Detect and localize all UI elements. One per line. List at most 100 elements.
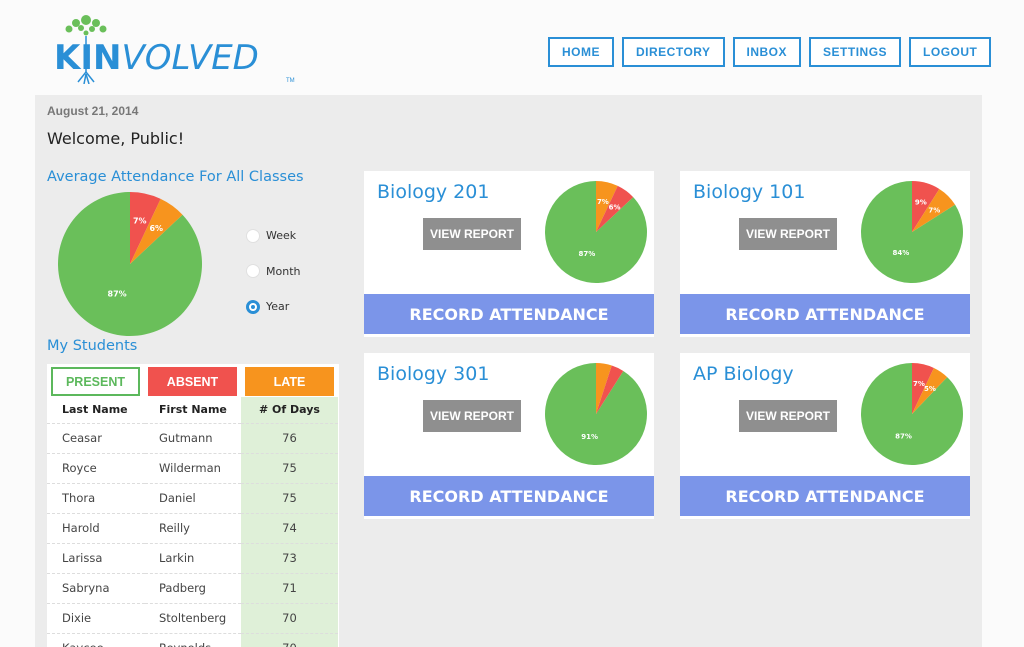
pie-slice-label: 9%: [915, 199, 927, 207]
table-row[interactable]: KayceeReynolds70: [47, 632, 338, 647]
range-option-label: Week: [266, 229, 297, 243]
nav-settings-button[interactable]: SETTINGS: [809, 37, 902, 67]
attendance-filters: PRESENT ABSENT LATE: [47, 364, 339, 396]
record-attendance-button[interactable]: RECORD ATTENDANCE: [680, 294, 970, 334]
cell-last-name: Thora: [47, 482, 145, 513]
cell-first-name: Padberg: [145, 572, 241, 603]
cell-first-name: Wilderman: [145, 452, 241, 483]
cell-days: 73: [241, 542, 338, 573]
table-row[interactable]: Dixie Stoltenberg 70: [47, 602, 338, 633]
range-option-label: Month: [266, 264, 301, 278]
pie-slice-label: 7%: [928, 207, 940, 215]
pie-slice-label: 91%: [581, 433, 598, 441]
class-attendance-pie: 91%: [545, 363, 647, 465]
pie-slice-label: 5%: [924, 385, 936, 393]
trademark-mark: TM: [286, 78, 295, 84]
nav-logout-button[interactable]: LOGOUT: [909, 37, 992, 67]
cell-days: 71: [241, 572, 338, 603]
view-report-button[interactable]: VIEW REPORT: [423, 218, 521, 250]
cell-first-name: Reilly: [145, 512, 241, 543]
cell-last-name: Larissa: [47, 542, 145, 573]
table-header-row: Last Name First Name # Of Days: [47, 397, 338, 423]
cell-days: 76: [241, 422, 338, 453]
class-name[interactable]: Biology 101: [693, 181, 805, 203]
logo-text-volved: VOLVED: [121, 38, 259, 78]
students-panel: PRESENT ABSENT LATE Last Name First Name…: [47, 364, 339, 647]
table-row[interactable]: Larissa Larkin 73: [47, 542, 338, 573]
view-report-button[interactable]: VIEW REPORT: [739, 218, 837, 250]
pie-slice-label: 84%: [893, 249, 910, 257]
class-name[interactable]: Biology 301: [377, 363, 489, 385]
nav-directory-button[interactable]: DIRECTORY: [622, 37, 725, 67]
nav-inbox-button[interactable]: INBOX: [732, 37, 802, 67]
cell-days: 74: [241, 512, 338, 543]
table-row[interactable]: Sabryna Padberg 71: [47, 572, 338, 603]
cell-days: 75: [241, 452, 338, 483]
cell-first-name: Daniel: [145, 482, 241, 513]
filter-present-button[interactable]: PRESENT: [51, 367, 140, 396]
class-card-biology-301: Biology 301 VIEW REPORT 91% RECORD ATTEN…: [364, 353, 654, 519]
cell-days: 70: [241, 632, 338, 647]
class-attendance-pie: 87% 7%6%: [545, 181, 647, 283]
record-attendance-button[interactable]: RECORD ATTENDANCE: [364, 476, 654, 516]
pie-slice-label: 87%: [895, 432, 912, 440]
kinvolved-logo[interactable]: KINVOLVED TM: [54, 14, 295, 84]
pie-slice-label: 6%: [149, 224, 163, 233]
class-attendance-pie: 87%7%5%: [861, 363, 963, 465]
my-students-title: My Students: [47, 338, 138, 354]
radio-month-icon[interactable]: [246, 264, 260, 279]
welcome-message: Welcome, Public!: [47, 129, 185, 148]
cell-first-name: Reynolds: [145, 632, 241, 647]
pie-slice-label: 6%: [609, 203, 621, 211]
radio-week-icon[interactable]: [246, 228, 260, 243]
radio-year-selected-icon[interactable]: [246, 299, 260, 314]
cell-last-name: Dixie: [47, 602, 145, 633]
class-card-biology-101: Biology 101 VIEW REPORT 84% 9% 7% RECORD A…: [680, 171, 970, 337]
view-report-button[interactable]: VIEW REPORT: [739, 400, 837, 432]
cell-last-name: Harold: [47, 512, 145, 543]
cell-last-name: Kaycee: [47, 632, 145, 647]
range-option-month[interactable]: Month: [246, 254, 300, 290]
cell-days: 70: [241, 602, 338, 633]
pie-slice-label: 7%: [597, 198, 609, 206]
range-option-week[interactable]: Week: [246, 218, 300, 254]
cell-first-name: Stoltenberg: [145, 602, 241, 633]
table-row[interactable]: Thora Daniel 75: [47, 482, 338, 513]
header-first-name[interactable]: First Name: [145, 397, 241, 423]
header-last-name[interactable]: Last Name: [47, 397, 145, 423]
class-card-ap-biology: AP Biology VIEW REPORT 87% 7% 5% RECORD AT…: [680, 353, 970, 519]
pie-slice-label: 87%: [579, 250, 596, 258]
average-attendance-pie: 87% 7%6%: [58, 192, 202, 336]
class-attendance-pie: 84% 9%7%: [861, 181, 963, 283]
view-report-button[interactable]: VIEW REPORT: [423, 400, 521, 432]
students-table: Last Name First Name # Of Days Ceasar Gut…: [47, 397, 338, 647]
class-name[interactable]: Biology 201: [377, 181, 489, 203]
cell-last-name: Royce: [47, 452, 145, 483]
class-card-biology-201: Biology 201 VIEW REPORT 87% 7% 6% RECORD A…: [364, 171, 654, 337]
pie-slice-label: 7%: [133, 216, 147, 225]
table-row[interactable]: Royce Wilderman 75: [47, 452, 338, 483]
range-option-label: Year: [266, 300, 290, 314]
average-attendance-title: Average Attendance For All Classes: [47, 169, 304, 185]
nav-home-button[interactable]: HOME: [548, 37, 614, 67]
pie-slice-label: 87%: [108, 290, 127, 299]
cell-last-name: Sabryna: [47, 572, 145, 603]
cell-first-name: Larkin: [145, 542, 241, 573]
logo-wordmark: KINVOLVED: [54, 38, 259, 78]
top-nav: HOME DIRECTORY INBOX SETTINGS LOGOUT: [548, 37, 992, 67]
range-option-year[interactable]: Year: [246, 289, 300, 325]
table-row[interactable]: Harold Reilly 74: [47, 512, 338, 543]
class-name[interactable]: AP Biology: [693, 363, 794, 385]
cell-last-name: Ceasar: [47, 422, 145, 453]
cell-days: 75: [241, 482, 338, 513]
current-date: August 21, 2014: [47, 104, 139, 118]
cell-first-name: Gutmann: [145, 422, 241, 453]
table-row[interactable]: Ceasar Gutmann 76: [47, 422, 338, 453]
logo-text-kin: KIN: [54, 38, 122, 78]
record-attendance-button[interactable]: RECORD ATTENDANCE: [680, 476, 970, 516]
time-range-options: Week Month Year: [246, 218, 300, 325]
header-days[interactable]: # Of Days: [241, 397, 338, 423]
record-attendance-button[interactable]: RECORD ATTENDANCE: [364, 294, 654, 334]
filter-absent-button[interactable]: ABSENT: [148, 367, 237, 396]
filter-late-button[interactable]: LATE: [245, 367, 334, 396]
